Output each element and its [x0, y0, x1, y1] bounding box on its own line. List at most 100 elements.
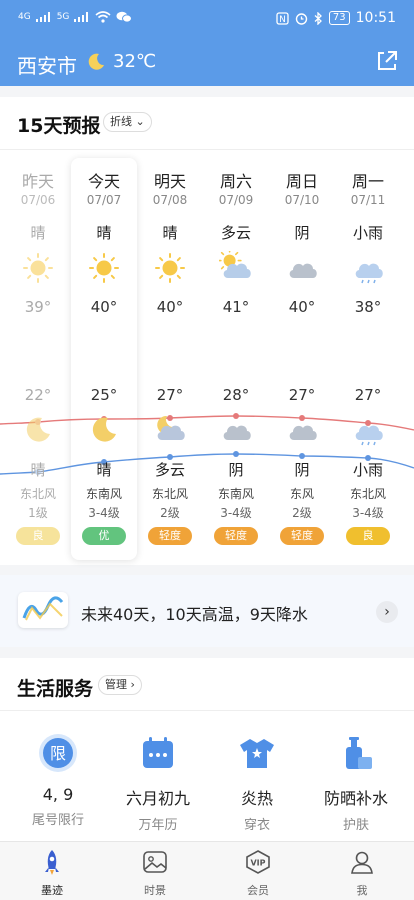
wind-direction: 东北风	[151, 487, 188, 501]
tab-moji[interactable]: 墨迹	[22, 848, 82, 898]
day-name: 周日	[285, 172, 318, 191]
service-label: 尾号限行	[31, 813, 84, 828]
wind-level: 3-4级	[220, 506, 252, 520]
forecast-section: 15天预报 折线 ⌄ 昨天 07/06 晴 39° 22° 晴 东北风 1级 良…	[0, 97, 414, 565]
service-label: 万年历	[138, 818, 178, 833]
cloud-icon	[285, 413, 319, 447]
limit-icon: 限	[39, 734, 77, 772]
high-temp: 38°	[354, 298, 382, 316]
chevron-right-icon: ›	[130, 678, 135, 691]
banner-text: 未来40天，10天高温，9天降水	[81, 605, 308, 624]
tab-scenery[interactable]: 时景	[125, 848, 185, 898]
rocket-icon	[45, 850, 59, 875]
day-name: 昨天	[21, 172, 54, 191]
share-icon[interactable]	[374, 48, 400, 74]
network-label-right: 5G	[56, 12, 70, 22]
forecast-day-column[interactable]: 周一 07/11 小雨 38° 27° 小雨 东北风 3-4级 良	[335, 168, 401, 545]
high-temp: 40°	[288, 298, 316, 316]
service-value: 炎热	[240, 789, 273, 808]
wind-direction: 东南风	[85, 487, 122, 501]
wind-direction: 东南风	[217, 487, 254, 501]
chevron-right-icon[interactable]: ›	[376, 601, 398, 623]
sun-cloud-icon	[217, 248, 253, 285]
night-weather-desc: 阴	[228, 461, 244, 479]
tab-vip[interactable]: VIP 会员	[228, 848, 288, 898]
aqi-badge: 轻度	[214, 527, 258, 545]
day-date: 07/08	[152, 193, 188, 207]
day-date: 07/06	[20, 193, 56, 207]
moon-icon	[21, 413, 55, 447]
wind-direction: 东北风	[19, 487, 56, 501]
shirt-icon	[240, 739, 274, 768]
tab-me[interactable]: 我	[332, 848, 392, 898]
day-name: 周一	[351, 172, 384, 191]
forecast-day-column[interactable]: 明天 07/08 晴 40° 27° 多云 东北风 2级 轻度	[137, 168, 203, 545]
night-weather-desc: 阴	[294, 461, 310, 479]
tab-label: 时景	[144, 884, 166, 897]
services-manage-label: 管理	[105, 678, 127, 691]
service-label: 护肤	[342, 818, 369, 833]
service-value: 防晒补水	[323, 789, 388, 808]
sun-icon	[153, 251, 187, 285]
service-item-clothing[interactable]: 炎热 穿衣	[212, 733, 302, 833]
wind-level: 3-4级	[352, 506, 384, 520]
forecast-mode-label: 折线	[110, 115, 132, 128]
app-header: 西安市 32℃	[0, 40, 414, 86]
service-item-skincare[interactable]: 防晒补水 护肤	[311, 733, 401, 833]
services-manage-button[interactable]: 管理 ›	[98, 675, 142, 695]
moon-icon	[88, 53, 104, 70]
forecast-day-column[interactable]: 周日 07/10 阴 40° 27° 阴 东风 2级 轻度	[269, 168, 335, 545]
forecast-title: 15天预报	[17, 115, 101, 137]
divider	[0, 710, 414, 711]
low-temp: 27°	[156, 386, 184, 404]
cloud-icon	[285, 251, 319, 285]
day-name: 今天	[87, 172, 120, 191]
high-temp: 39°	[24, 298, 52, 316]
network-label-left: 4G	[18, 12, 31, 22]
day-weather-desc: 阴	[294, 224, 310, 242]
day-name: 明天	[153, 172, 186, 191]
alarm-icon	[295, 12, 308, 25]
night-weather-desc: 晴	[30, 461, 46, 479]
rain-cloud-icon	[351, 413, 385, 447]
service-value: 六月初九	[125, 789, 190, 808]
night-weather-desc: 晴	[96, 461, 112, 479]
service-item-traffic[interactable]: 限 4, 9 尾号限行	[13, 733, 103, 828]
service-label: 穿衣	[243, 818, 270, 833]
forecast-day-column[interactable]: 周六 07/09 多云 41° 28° 阴 东南风 3-4级 轻度	[203, 168, 269, 545]
night-weather-desc: 小雨	[352, 461, 383, 479]
tab-label: 会员	[247, 884, 269, 897]
tab-label: 我	[356, 884, 368, 897]
sun-icon	[87, 251, 121, 285]
day-date: 07/11	[350, 193, 386, 207]
low-temp: 27°	[288, 386, 316, 404]
long-range-banner[interactable]: 未来40天，10天高温，9天降水 ›	[0, 575, 414, 647]
day-name: 周六	[219, 172, 252, 191]
moon-icon	[87, 413, 121, 447]
signal-icon	[35, 12, 50, 22]
nfc-icon: N	[276, 11, 289, 25]
svg-text:N: N	[279, 15, 286, 25]
current-temperature: 32℃	[113, 51, 157, 72]
city-name[interactable]: 西安市	[17, 50, 77, 79]
low-temp: 22°	[24, 386, 52, 404]
calendar-icon	[143, 737, 173, 768]
wifi-icon	[95, 11, 111, 23]
wind-direction: 东北风	[349, 487, 386, 501]
rain-cloud-icon	[351, 251, 385, 285]
forecast-day-column[interactable]: 昨天 07/06 晴 39° 22° 晴 东北风 1级 良	[5, 168, 71, 545]
bluetooth-icon	[314, 11, 322, 25]
life-services-section: 生活服务 管理 › 限 4, 9 尾号限行 六月初九 万年历 炎热 穿衣 防晒补…	[0, 658, 414, 842]
service-item-calendar[interactable]: 六月初九 万年历	[113, 733, 203, 833]
aqi-badge: 良	[346, 527, 390, 545]
forecast-day-column[interactable]: 今天 07/07 晴 40° 25° 晴 东南风 3-4级 优	[71, 168, 137, 545]
divider	[0, 149, 414, 150]
battery-level: 73	[332, 12, 346, 23]
day-weather-desc: 多云	[220, 224, 251, 242]
trend-chart-icon	[18, 592, 68, 628]
forecast-mode-dropdown[interactable]: 折线 ⌄	[103, 112, 152, 132]
vip-icon: VIP	[246, 850, 270, 874]
svg-text:VIP: VIP	[250, 859, 265, 868]
wechat-icon	[116, 11, 133, 23]
services-title: 生活服务	[17, 678, 94, 700]
